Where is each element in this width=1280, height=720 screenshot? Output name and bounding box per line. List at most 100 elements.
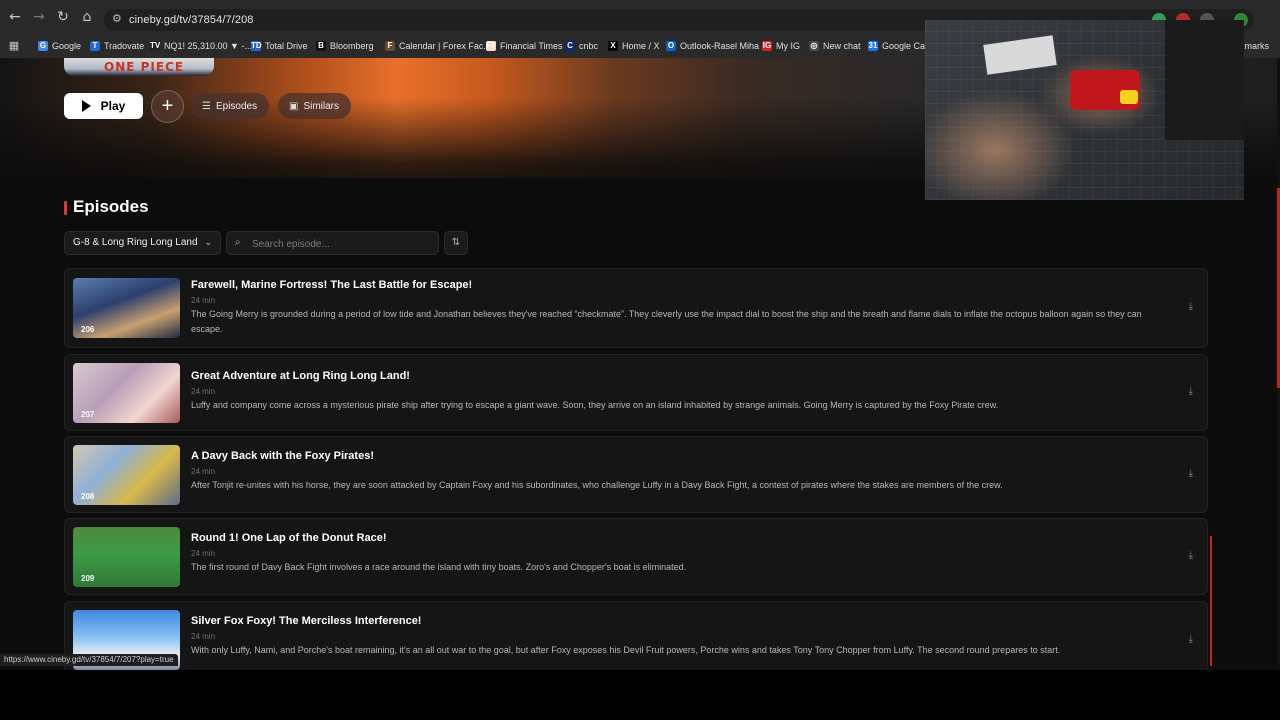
calendar-icon: 31 xyxy=(868,41,878,51)
episode-description: Luffy and company come across a mysterio… xyxy=(191,400,999,410)
episodes-button-label: Episodes xyxy=(215,100,258,112)
forward-icon[interactable]: → xyxy=(31,9,47,25)
pip-laptop xyxy=(1165,20,1244,140)
tradingview-icon: TV xyxy=(150,41,161,51)
bookmark-label: Bloomberg xyxy=(330,41,374,51)
chat-icon: ◎ xyxy=(809,41,819,51)
episode-title[interactable]: Farewell, Marine Fortress! The Last Batt… xyxy=(191,279,472,291)
episode-description: The first round of Davy Back Fight invol… xyxy=(191,562,687,572)
play-label: Play xyxy=(100,99,126,113)
bookmarks-overflow[interactable]: kmarks xyxy=(1240,39,1269,53)
tradovate-icon: T xyxy=(90,41,100,51)
outlook-icon: O xyxy=(666,41,676,51)
episode-duration: 24 min xyxy=(191,467,216,476)
episode-title[interactable]: Great Adventure at Long Ring Long Land! xyxy=(191,370,410,382)
sort-order-button[interactable]: ⇅ xyxy=(444,231,468,255)
search-input[interactable] xyxy=(250,235,434,253)
episode-title[interactable]: Round 1! One Lap of the Donut Race! xyxy=(191,532,387,544)
bookmark-item[interactable]: ◎ New chat xyxy=(809,39,861,53)
episode-thumbnail[interactable]: 206 xyxy=(73,278,180,338)
show-logo-text: ONE PIECE xyxy=(104,60,185,74)
bookmark-label: New chat xyxy=(823,41,861,51)
episode-title[interactable]: A Davy Back with the Foxy Pirates! xyxy=(191,450,374,462)
x-icon: X xyxy=(608,41,618,51)
episode-description: After Tonjit re-unites with his horse, t… xyxy=(191,480,1003,490)
season-select-value: G-8 & Long Ring Long Land xyxy=(73,237,198,248)
episode-card[interactable]: 206 Farewell, Marine Fortress! The Last B… xyxy=(64,268,1208,348)
bookmark-label: Home / X xyxy=(622,41,660,51)
episode-thumbnail[interactable]: 209 xyxy=(73,527,180,587)
play-button[interactable]: Play xyxy=(64,93,143,119)
episode-duration: 24 min xyxy=(191,549,216,558)
episode-description: With only Luffy, Nami, and Porche's boat… xyxy=(191,645,1061,655)
download-icon[interactable]: ⤓ xyxy=(1189,634,1193,645)
episode-description: The Going Merry is grounded during a per… xyxy=(191,309,1142,334)
bookmark-item[interactable]: FT Financial Times xyxy=(486,39,563,53)
episode-number: 208 xyxy=(81,492,95,501)
reload-icon[interactable]: ↻ xyxy=(55,9,71,25)
bookmark-label: NQ1! 25,310.00 ▼ -... xyxy=(164,41,252,51)
show-logo: ONE PIECE xyxy=(64,58,214,76)
section-accent-bar xyxy=(64,201,67,215)
bookmark-item[interactable]: F Calendar | Forex Fac... xyxy=(385,39,491,53)
forexfactory-icon: F xyxy=(385,41,395,51)
episode-card[interactable]: 210Silver Fox Foxy! The Merciless Interf… xyxy=(64,601,1208,670)
episode-thumbnail[interactable]: 208 xyxy=(73,445,180,505)
home-icon[interactable]: ⌂ xyxy=(79,9,95,25)
bookmark-label: cnbc xyxy=(579,41,599,51)
similars-button[interactable]: ▣ Similars xyxy=(278,93,351,119)
bookmark-item[interactable]: X Home / X xyxy=(608,39,660,53)
bookmark-label: My IG xyxy=(776,41,800,51)
episode-duration: 24 min xyxy=(191,387,216,396)
bookmark-item[interactable]: O Outlook-Rasel Miha xyxy=(666,39,759,53)
bookmark-item[interactable]: G Google xyxy=(38,39,81,53)
add-to-list-button[interactable]: + xyxy=(151,90,184,123)
episode-duration: 24 min xyxy=(191,632,216,641)
taskbar-area xyxy=(0,670,1280,720)
bookmark-item[interactable]: 31 Google Cale xyxy=(868,39,932,53)
status-bar-url: https://www.cineby.gd/tv/37854/7/207?pla… xyxy=(0,654,178,666)
download-icon[interactable]: ⤓ xyxy=(1189,468,1193,479)
pip-lego-part xyxy=(1120,90,1138,104)
totaldrive-icon: TD xyxy=(251,41,262,51)
episode-title[interactable]: Silver Fox Foxy! The Merciless Interfere… xyxy=(191,615,421,627)
download-icon[interactable]: ⤓ xyxy=(1189,301,1193,312)
play-icon xyxy=(81,100,91,112)
episode-card[interactable]: 209 Round 1! One Lap of the Donut Race! 24… xyxy=(64,518,1208,595)
pip-video[interactable] xyxy=(925,20,1244,200)
google-icon: G xyxy=(38,41,48,51)
season-select[interactable]: G-8 & Long Ring Long Land ⌄ xyxy=(64,231,221,255)
ft-icon: FT xyxy=(486,41,496,51)
bookmark-label: Google xyxy=(52,41,82,51)
address-url[interactable]: cineby.gd/tv/37854/7/208 xyxy=(129,14,254,26)
episode-card[interactable]: 208 A Davy Back with the Foxy Pirates! 24 … xyxy=(64,436,1208,513)
bookmark-label: Tradovate xyxy=(104,41,145,51)
download-icon[interactable]: ⤓ xyxy=(1189,550,1193,561)
sort-icon: ⇅ xyxy=(451,237,461,248)
progress-indicator xyxy=(1210,536,1212,666)
bloomberg-icon: B xyxy=(316,41,326,51)
episode-number: 207 xyxy=(81,410,95,419)
bookmark-label: Total Drive xyxy=(265,41,308,51)
episode-search[interactable]: ⌕ xyxy=(226,231,439,255)
bookmark-item[interactable]: B Bloomberg xyxy=(316,39,374,53)
apps-grid-icon[interactable]: ▦ xyxy=(6,38,22,54)
bookmark-item[interactable]: IG My IG xyxy=(762,39,800,53)
bookmark-label: Calendar | Forex Fac... xyxy=(399,41,491,51)
site-info-icon[interactable]: ⚙ xyxy=(112,13,124,25)
search-icon: ⌕ xyxy=(235,237,241,248)
episode-thumbnail[interactable]: 207 xyxy=(73,363,180,423)
list-icon: ☰ xyxy=(202,100,211,112)
bookmark-item[interactable]: Ccnbc xyxy=(565,39,598,53)
ig-icon: IG xyxy=(762,41,772,51)
episode-number: 206 xyxy=(81,325,95,334)
bookmark-item[interactable]: T Tradovate xyxy=(90,39,144,53)
bookmark-item[interactable]: TD Total Drive xyxy=(251,39,308,53)
episodes-heading: Episodes xyxy=(73,197,149,216)
download-icon[interactable]: ⤓ xyxy=(1189,386,1193,397)
back-icon[interactable]: ← xyxy=(7,9,23,25)
cnbc-icon: C xyxy=(565,41,575,51)
episode-card[interactable]: 207 Great Adventure at Long Ring Long Lan… xyxy=(64,354,1208,431)
episodes-button[interactable]: ☰ Episodes xyxy=(191,93,269,119)
bookmark-item[interactable]: TV NQ1! 25,310.00 ▼ -... xyxy=(150,39,252,53)
